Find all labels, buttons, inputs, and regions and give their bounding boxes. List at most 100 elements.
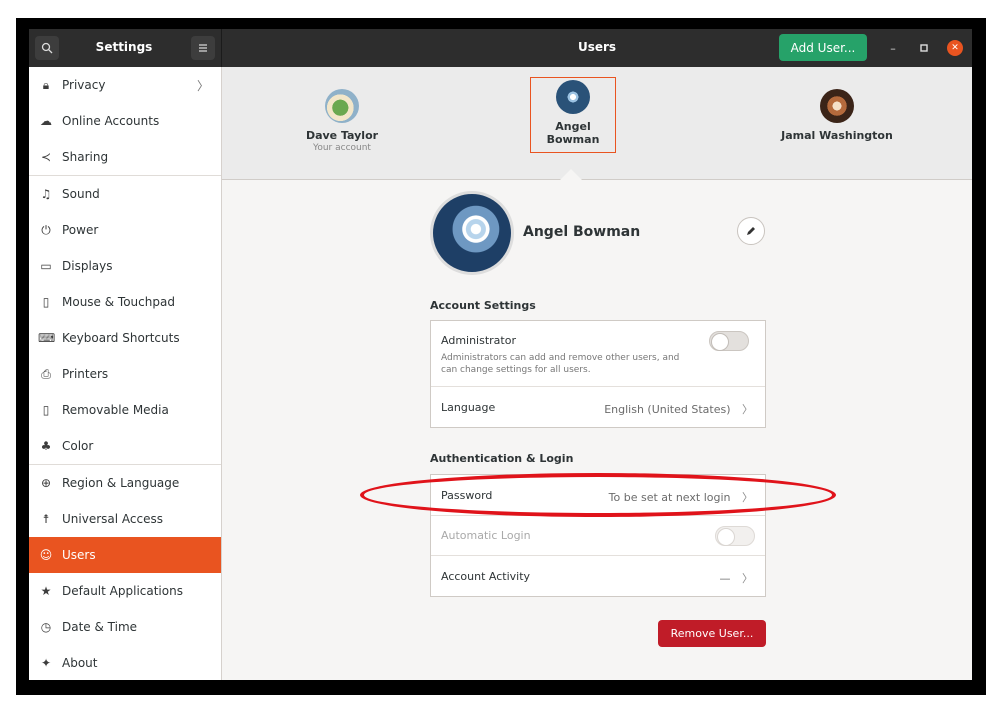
language-value: English (United States) 〉 — [604, 401, 753, 417]
remove-user-button[interactable]: Remove User... — [658, 620, 766, 647]
sidebar-item-label: Removable Media — [62, 403, 169, 417]
account-activity-row[interactable]: Account Activity — 〉 — [431, 556, 765, 597]
language-label: Language — [441, 401, 496, 414]
color-icon: ♣ — [40, 439, 52, 453]
close-icon[interactable]: ✕ — [947, 40, 963, 56]
user-name: Jamal Washington — [781, 129, 893, 142]
sidebar-item-online-accounts[interactable]: ☁ Online Accounts — [29, 103, 221, 139]
chevron-right-icon: 〉 — [196, 78, 209, 93]
mouse-icon: ▯ — [42, 295, 50, 309]
add-user-button[interactable]: Add User... — [779, 34, 867, 61]
pencil-icon[interactable] — [737, 217, 765, 245]
sidebar-item-label: Default Applications — [62, 584, 183, 598]
star-icon: ★ — [40, 584, 52, 598]
sidebar-item-default-applications[interactable]: ★ Default Applications — [29, 573, 221, 609]
profile-name: Angel Bowman — [523, 224, 641, 240]
chevron-right-icon: 〉 — [742, 491, 753, 504]
sidebar-item-power[interactable]: ⏻ Power — [29, 212, 221, 248]
password-value-text: To be set at next login — [608, 491, 731, 504]
sidebar-item-label: Sharing — [62, 150, 109, 164]
avatar — [325, 89, 359, 123]
avatar — [820, 89, 854, 123]
sidebar-item-label: Sound — [62, 187, 100, 201]
about-icon: ✦ — [40, 656, 52, 670]
sidebar-item-sound[interactable]: ♫ Sound — [29, 176, 221, 212]
sidebar-item-privacy[interactable]: 🔒︎ Privacy 〉 — [29, 67, 221, 103]
clock-icon: ◷ — [40, 620, 52, 634]
cloud-icon: ☁ — [40, 114, 52, 128]
sidebar-item-removable-media[interactable]: ▯ Removable Media — [29, 392, 221, 428]
sidebar-item-color[interactable]: ♣ Color — [29, 428, 221, 464]
administrator-toggle[interactable] — [709, 331, 749, 351]
sidebar-item-universal-access[interactable]: ☨ Universal Access — [29, 501, 221, 537]
sidebar-item-printers[interactable]: ⎙ Printers — [29, 356, 221, 392]
sidebar-item-displays[interactable]: ▭ Displays — [29, 248, 221, 284]
settings-window: Settings Users Add User... – ✕ 🔒︎ Privac… — [29, 29, 972, 680]
password-value: To be set at next login 〉 — [609, 489, 753, 505]
sidebar-item-label: About — [62, 656, 98, 670]
sidebar-item-label: Online Accounts — [62, 114, 160, 128]
user-card-angel-bowman[interactable]: Angel Bowman — [530, 77, 616, 153]
sidebar-item-label: Region & Language — [62, 476, 180, 490]
account-activity-value-text: — — [719, 572, 731, 585]
search-icon[interactable] — [35, 36, 59, 60]
language-value-text: English (United States) — [604, 403, 731, 416]
avatar — [556, 80, 590, 114]
sidebar-item-label: Displays — [62, 259, 113, 273]
sidebar-item-label: Power — [62, 223, 99, 237]
authentication-login-title: Authentication & Login — [430, 452, 574, 465]
avatar[interactable] — [430, 191, 514, 275]
user-carousel: Dave Taylor Your account Angel Bowman Ja… — [222, 67, 972, 181]
automatic-login-label: Automatic Login — [441, 529, 531, 542]
account-activity-label: Account Activity — [441, 570, 531, 583]
automatic-login-row: Automatic Login — [431, 516, 765, 556]
sidebar-item-date-time[interactable]: ◷ Date & Time — [29, 609, 221, 645]
chevron-right-icon: 〉 — [742, 403, 753, 416]
account-settings-title: Account Settings — [430, 299, 536, 312]
maximize-icon[interactable] — [916, 40, 932, 56]
sidebar-item-region-language[interactable]: ⊕ Region & Language — [29, 465, 221, 501]
settings-title: Settings — [95, 40, 153, 54]
automatic-login-toggle[interactable] — [715, 526, 755, 546]
sidebar-item-label: Keyboard Shortcuts — [62, 331, 180, 345]
keyboard-icon: ⌨ — [38, 331, 56, 345]
globe-icon: ⊕ — [40, 476, 52, 490]
sidebar-item-users[interactable]: ☺ Users — [29, 537, 221, 573]
share-icon: ≺ — [40, 150, 52, 164]
sidebar-item-label: Date & Time — [62, 620, 138, 634]
administrator-label: Administrator — [441, 334, 516, 347]
user-card-jamal-washington[interactable]: Jamal Washington — [762, 67, 912, 180]
password-label: Password — [441, 489, 493, 502]
header-left: Settings — [29, 29, 222, 67]
sidebar-item-mouse-touchpad[interactable]: ▯ Mouse & Touchpad — [29, 284, 221, 320]
sidebar-item-label: Users — [62, 548, 96, 562]
account-settings-card: Administrator Administrators can add and… — [430, 320, 766, 428]
sidebar-item-label: Color — [62, 439, 94, 453]
language-row[interactable]: Language English (United States) 〉 — [431, 387, 765, 428]
selection-pointer — [559, 169, 583, 181]
minimize-icon[interactable]: – — [885, 40, 901, 56]
administrator-row: Administrator Administrators can add and… — [431, 321, 765, 387]
removable-media-icon: ▯ — [42, 403, 50, 417]
display-icon: ▭ — [40, 259, 52, 273]
sidebar-item-sharing[interactable]: ≺ Sharing — [29, 139, 221, 175]
administrator-description: Administrators can add and remove other … — [441, 352, 711, 376]
accessibility-icon: ☨ — [42, 512, 50, 526]
administrator-description-line: Administrators can add and remove other … — [441, 353, 680, 363]
sidebar-item-label: Printers — [62, 367, 109, 381]
sidebar: 🔒︎ Privacy 〉 ☁ Online Accounts ≺ Sharing… — [29, 67, 222, 680]
password-row[interactable]: Password To be set at next login 〉 — [431, 475, 765, 516]
account-activity-value: — 〉 — [720, 570, 754, 586]
administrator-description-line: can change settings for all users. — [441, 365, 591, 375]
music-note-icon: ♫ — [40, 187, 52, 201]
user-name: Angel Bowman — [546, 120, 600, 146]
sidebar-item-label: Privacy — [62, 78, 106, 92]
sidebar-item-label: Universal Access — [62, 512, 163, 526]
sidebar-item-keyboard-shortcuts[interactable]: ⌨ Keyboard Shortcuts — [29, 320, 221, 356]
chevron-right-icon: 〉 — [742, 572, 753, 585]
user-card-dave-taylor[interactable]: Dave Taylor Your account — [282, 67, 402, 180]
lock-icon: 🔒︎ — [42, 77, 50, 92]
user-subtitle: Your account — [313, 143, 371, 153]
sidebar-item-about[interactable]: ✦ About — [29, 645, 221, 680]
hamburger-menu-icon[interactable] — [191, 36, 215, 60]
